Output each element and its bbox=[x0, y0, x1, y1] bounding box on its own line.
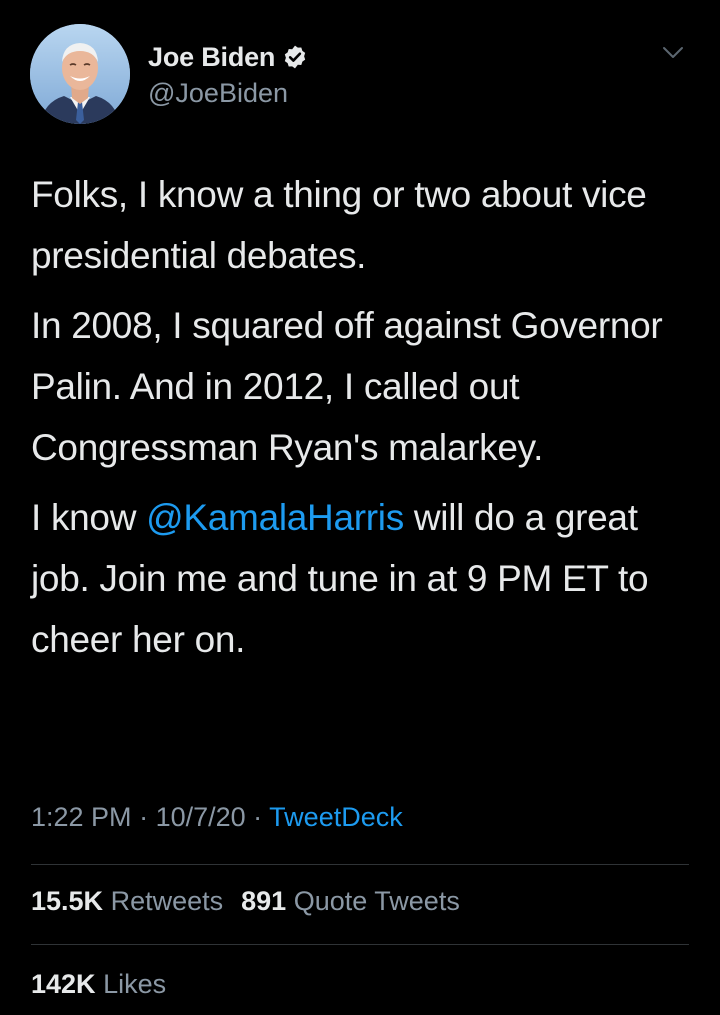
author-info: Joe Biden @JoeBiden bbox=[148, 40, 308, 109]
likes-count: 142K bbox=[31, 969, 96, 999]
mention-link[interactable]: @KamalaHarris bbox=[146, 497, 404, 538]
likes-stats-row: 142K Likes bbox=[31, 969, 166, 1000]
chevron-down-icon[interactable] bbox=[662, 46, 684, 60]
tweet-header: Joe Biden @JoeBiden bbox=[30, 24, 690, 124]
tweet-text-segment: I know bbox=[31, 497, 147, 538]
retweets-label: Retweets bbox=[110, 886, 224, 916]
quote-tweets-stat[interactable]: 891 Quote Tweets bbox=[241, 886, 460, 916]
author-display-name[interactable]: Joe Biden bbox=[148, 42, 275, 73]
likes-stat[interactable]: 142K Likes bbox=[31, 969, 166, 999]
avatar[interactable] bbox=[30, 24, 130, 124]
tweet-paragraph-3: I know @KamalaHarris will do a great job… bbox=[31, 487, 691, 670]
likes-label: Likes bbox=[103, 969, 167, 999]
tweet-source-link[interactable]: TweetDeck bbox=[269, 802, 403, 832]
meta-separator: · bbox=[131, 802, 156, 832]
tweet-meta: 1:22 PM · 10/7/20 · TweetDeck bbox=[31, 802, 403, 833]
divider bbox=[31, 944, 689, 945]
retweets-stat[interactable]: 15.5K Retweets bbox=[31, 886, 223, 916]
quote-tweets-label: Quote Tweets bbox=[293, 886, 460, 916]
tweet-time: 1:22 PM bbox=[31, 802, 132, 832]
verified-badge-icon bbox=[282, 44, 308, 70]
author-name-row: Joe Biden bbox=[148, 40, 308, 74]
tweet-paragraph-2: In 2008, I squared off against Governor … bbox=[31, 305, 663, 468]
retweets-count: 15.5K bbox=[31, 886, 104, 916]
meta-separator: · bbox=[245, 802, 270, 832]
quote-tweets-count: 891 bbox=[241, 886, 287, 916]
profile-photo bbox=[30, 24, 130, 124]
tweet-date: 10/7/20 bbox=[155, 802, 246, 832]
tweet-text: Folks, I know a thing or two about vice … bbox=[31, 164, 691, 679]
divider bbox=[31, 864, 689, 865]
tweet-paragraph-1: Folks, I know a thing or two about vice … bbox=[31, 174, 647, 276]
author-handle[interactable]: @JoeBiden bbox=[148, 78, 308, 109]
tweet: Joe Biden @JoeBiden Folks, I know a thin… bbox=[0, 0, 720, 1015]
engagement-stats-row: 15.5K Retweets 891 Quote Tweets bbox=[31, 886, 460, 917]
